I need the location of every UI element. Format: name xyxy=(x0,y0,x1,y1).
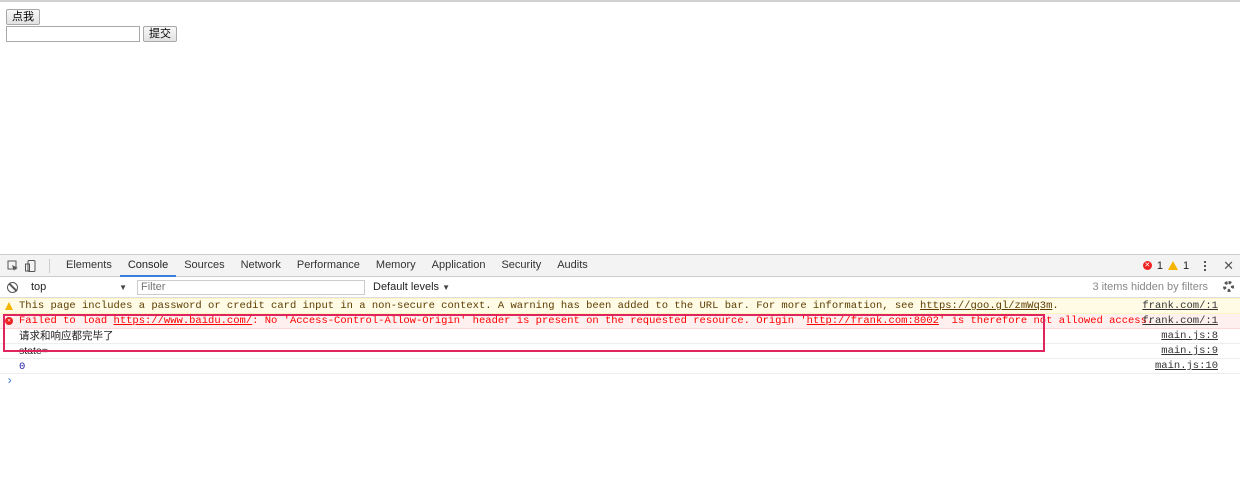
tab-elements[interactable]: Elements xyxy=(58,255,120,276)
error-text-1: Failed to load xyxy=(19,315,114,327)
log-text: state= xyxy=(19,345,48,357)
hidden-items-note: 3 items hidden by filters xyxy=(1092,281,1208,293)
error-count: 1 xyxy=(1156,259,1163,272)
log-text: 请求和响应都完毕了 xyxy=(19,330,114,342)
tab-performance[interactable]: Performance xyxy=(289,255,368,276)
tab-network[interactable]: Network xyxy=(233,255,289,276)
error-text-2: : No 'Access-Control-Allow-Origin' heade… xyxy=(252,315,807,327)
tab-console[interactable]: Console xyxy=(119,255,177,277)
warning-text-end: . xyxy=(1052,300,1059,312)
warning-link[interactable]: https://goo.gl/zmWq3m xyxy=(920,300,1052,312)
tab-sources[interactable]: Sources xyxy=(176,255,232,276)
console-log-message: state= main.js:9 xyxy=(0,344,1240,359)
input-row: 提交 xyxy=(6,26,177,42)
console-warning-message: This page includes a password or credit … xyxy=(0,298,1240,314)
clear-console-icon[interactable] xyxy=(7,281,18,293)
tab-audits[interactable]: Audits xyxy=(549,255,596,276)
console-error-message: ✕ Failed to load https://www.baidu.com/:… xyxy=(0,314,1240,329)
click-me-button[interactable]: 点我 xyxy=(6,9,40,25)
close-devtools-icon[interactable]: ✕ xyxy=(1223,258,1234,274)
devtools-panel: Elements Console Sources Network Perform… xyxy=(0,254,1240,481)
warning-count-icon xyxy=(1167,261,1178,270)
log-source-link[interactable]: main.js:8 xyxy=(1161,329,1218,343)
console-log-message: 请求和响应都完毕了 main.js:8 xyxy=(0,329,1240,344)
gear-icon[interactable] xyxy=(1223,281,1234,292)
top-border xyxy=(0,0,1240,2)
console-filterbar: top ▼ Default levels ▼ 3 items hidden by… xyxy=(0,277,1240,298)
console-filter-input[interactable] xyxy=(137,279,365,295)
context-selector[interactable]: top ▼ xyxy=(31,281,127,293)
levels-chevron-down-icon: ▼ xyxy=(442,283,451,292)
tab-security[interactable]: Security xyxy=(493,255,549,276)
log-source-link[interactable]: main.js:10 xyxy=(1155,359,1218,373)
inspect-element-icon[interactable] xyxy=(7,260,19,272)
issue-counters[interactable]: ✕ 1 1 ✕ xyxy=(1142,255,1234,276)
devtools-tool-icons xyxy=(0,259,43,272)
error-link-2[interactable]: http://frank.com:8002 xyxy=(807,315,939,327)
log-levels-label: Default levels xyxy=(373,281,440,293)
log-source-link[interactable]: main.js:9 xyxy=(1161,344,1218,358)
submit-button[interactable]: 提交 xyxy=(143,26,177,42)
log-levels-dropdown[interactable]: Default levels ▼ xyxy=(373,281,450,293)
text-input[interactable] xyxy=(6,26,140,42)
console-log-message: 0 main.js:10 xyxy=(0,359,1240,374)
warning-source-link[interactable]: frank.com/:1 xyxy=(1142,299,1218,313)
warning-icon xyxy=(5,302,13,310)
console-prompt[interactable]: › xyxy=(0,374,1240,388)
error-icon: ✕ xyxy=(5,317,13,325)
error-text-3: ' is therefore not allowed access. xyxy=(938,315,1154,327)
devtools-tabbar: Elements Console Sources Network Perform… xyxy=(0,255,1240,277)
tab-memory[interactable]: Memory xyxy=(368,255,424,276)
more-options-icon[interactable] xyxy=(1204,260,1207,271)
warning-count: 1 xyxy=(1182,259,1190,272)
error-link-1[interactable]: https://www.baidu.com/ xyxy=(114,315,253,327)
warning-text: This page includes a password or credit … xyxy=(19,300,921,312)
page-content: 点我 提交 xyxy=(6,9,177,42)
tab-separator xyxy=(49,258,50,273)
chevron-down-icon: ▼ xyxy=(119,282,127,292)
log-number-value: 0 xyxy=(19,361,26,373)
device-toolbar-icon[interactable] xyxy=(25,259,37,272)
error-count-icon: ✕ xyxy=(1142,261,1152,270)
context-value: top xyxy=(31,281,47,293)
tab-application[interactable]: Application xyxy=(424,255,494,276)
error-source-link[interactable]: frank.com/:1 xyxy=(1142,314,1218,328)
console-messages: This page includes a password or credit … xyxy=(0,298,1240,388)
